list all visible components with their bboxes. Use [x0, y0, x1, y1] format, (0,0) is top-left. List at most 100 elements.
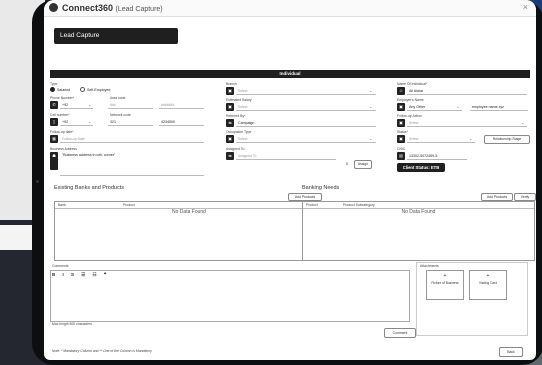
divider: [236, 126, 376, 127]
divider: [236, 110, 376, 111]
assign-button[interactable]: Assign: [354, 160, 372, 169]
divider: [236, 142, 376, 143]
branch-icon: ▣: [226, 87, 234, 95]
camera-icon: [36, 180, 39, 183]
chevron-down-icon[interactable]: ⌄: [369, 88, 372, 93]
phone-country-code[interactable]: +92: [62, 103, 68, 107]
chevron-down-icon[interactable]: ⌄: [369, 136, 372, 141]
phone-label: Phone Number*: [50, 96, 75, 100]
referral-icon: ⇆: [226, 119, 234, 127]
app-name: Connect360: [62, 3, 114, 13]
upload-visiting-card[interactable]: + Visiting Card: [469, 270, 507, 300]
followup-date-label: Follow-up date*: [50, 130, 74, 134]
address-input[interactable]: "Business address in cell, corner": [62, 153, 115, 157]
cell-country-code[interactable]: +92: [62, 120, 68, 124]
phone-number-input[interactable]: #######: [161, 103, 174, 107]
column-header-subcategory: Product Subcategory: [343, 203, 375, 207]
radio-self-employed-label: Self-Employed: [87, 88, 111, 92]
network-code-input[interactable]: 321: [110, 120, 116, 124]
divider: [159, 125, 204, 126]
upload-label: Visiting Card: [478, 281, 497, 285]
chevron-down-icon[interactable]: ⌄: [469, 136, 472, 141]
add-needs-button[interactable]: Add Products: [481, 193, 513, 201]
branch-select[interactable]: Select: [238, 89, 247, 93]
divider: [407, 94, 527, 95]
referred-select[interactable]: Campaign: [238, 121, 254, 125]
divider: [60, 125, 93, 126]
type-label: Type: [50, 82, 58, 86]
tablet-frame: Connect360 (Lead Capture) × Lead Capture…: [32, 0, 542, 365]
referred-label: Referred By*: [226, 114, 246, 118]
name-label: Name Of Individual*: [397, 82, 428, 86]
status-select[interactable]: Select: [409, 137, 418, 141]
mobile-icon: ▯: [50, 118, 58, 126]
followup-action-select[interactable]: Select: [409, 121, 418, 125]
title-bar: Connect360 (Lead Capture) ×: [44, 0, 536, 17]
client-status-badge: Client Status: ETB: [397, 163, 445, 172]
footer-note: Note: * Mandatory Column and ** One of t…: [52, 349, 152, 353]
cnic-label: CNIC: [397, 147, 406, 151]
chevron-down-icon[interactable]: ⌄: [456, 104, 459, 109]
attachments-label: Attachments: [420, 264, 439, 268]
cell-number-input[interactable]: 4234500: [161, 120, 175, 124]
chevron-down-icon[interactable]: ⌄: [521, 120, 524, 125]
employer-icon: ▣: [397, 103, 405, 111]
phone-icon: ✆: [50, 101, 58, 109]
radio-salaried[interactable]: [50, 87, 55, 92]
action-icon: ▣: [397, 119, 405, 127]
divider: [236, 94, 376, 95]
divider: [470, 110, 528, 111]
id-card-icon: ▤: [397, 152, 405, 160]
comment-button[interactable]: Comment: [384, 328, 416, 338]
occupation-icon: ▣: [226, 135, 234, 143]
assigned-input[interactable]: Assigned To: [238, 154, 256, 158]
chevron-down-icon[interactable]: ⌄: [88, 119, 91, 124]
branch-label: Branch: [226, 82, 237, 86]
section-header: Individual: [50, 70, 530, 78]
relationship-stage-button[interactable]: Relationship Stage: [484, 135, 530, 144]
cnic-input[interactable]: 13302-5072459-5: [409, 154, 437, 158]
followup-date-input[interactable]: Follow-up Date: [62, 137, 85, 141]
back-button[interactable]: Back: [499, 347, 523, 357]
app-logo-icon: [49, 3, 58, 12]
employer-select[interactable]: Any Other: [409, 105, 425, 109]
area-code-input[interactable]: ###: [110, 103, 116, 107]
name-input[interactable]: Ali Akbar: [409, 89, 423, 93]
divider: [407, 159, 467, 160]
person-icon: ☺: [397, 87, 405, 95]
occupation-select[interactable]: Select: [238, 137, 247, 141]
divider: [60, 175, 204, 176]
calendar-icon[interactable]: ▦: [50, 135, 58, 143]
add-products-button[interactable]: Add Products: [288, 193, 322, 201]
chevron-down-icon[interactable]: ⌄: [88, 102, 91, 107]
upload-business-picture[interactable]: + Picture of Business: [426, 270, 464, 300]
occupation-label: Occupation Type: [226, 130, 252, 134]
address-label: Business Address: [50, 147, 77, 151]
column-header-product: Product: [123, 203, 135, 207]
salary-select[interactable]: Select: [238, 105, 247, 109]
divider: [108, 108, 153, 109]
banking-needs-table: Product Product Subcategory No Data Foun…: [302, 201, 535, 261]
radio-self-employed[interactable]: [80, 87, 85, 92]
column-header-bank: Bank: [58, 203, 66, 207]
app-subtitle: (Lead Capture): [115, 6, 163, 13]
salary-icon: ▣: [226, 103, 234, 111]
plus-icon: +: [443, 273, 447, 279]
chevron-down-icon[interactable]: ⌄: [369, 104, 372, 109]
close-icon[interactable]: ×: [523, 2, 528, 12]
divider: [60, 108, 93, 109]
app-title: Connect360 (Lead Capture): [62, 3, 163, 13]
empty-state: No Data Found: [401, 209, 436, 215]
banking-needs-title: Banking Needs: [302, 185, 340, 191]
editor-toolbar[interactable]: B I S ☰ ☷ ❝: [52, 272, 109, 278]
employer-other-input[interactable]: employee name xyz: [472, 105, 504, 109]
assign-icon: ⇆: [226, 152, 234, 160]
salary-label: Estimated Salary: [226, 98, 252, 102]
area-code-label: Area code: [110, 96, 126, 100]
verify-products-button[interactable]: Verify Products: [514, 193, 536, 205]
radio-salaried-label: Salaried: [57, 88, 71, 92]
page-title: Lead Capture: [54, 28, 178, 44]
comments-label: Comments: [52, 264, 69, 268]
column-header-product: Product: [306, 203, 318, 207]
assign-counter: 0: [346, 162, 348, 166]
